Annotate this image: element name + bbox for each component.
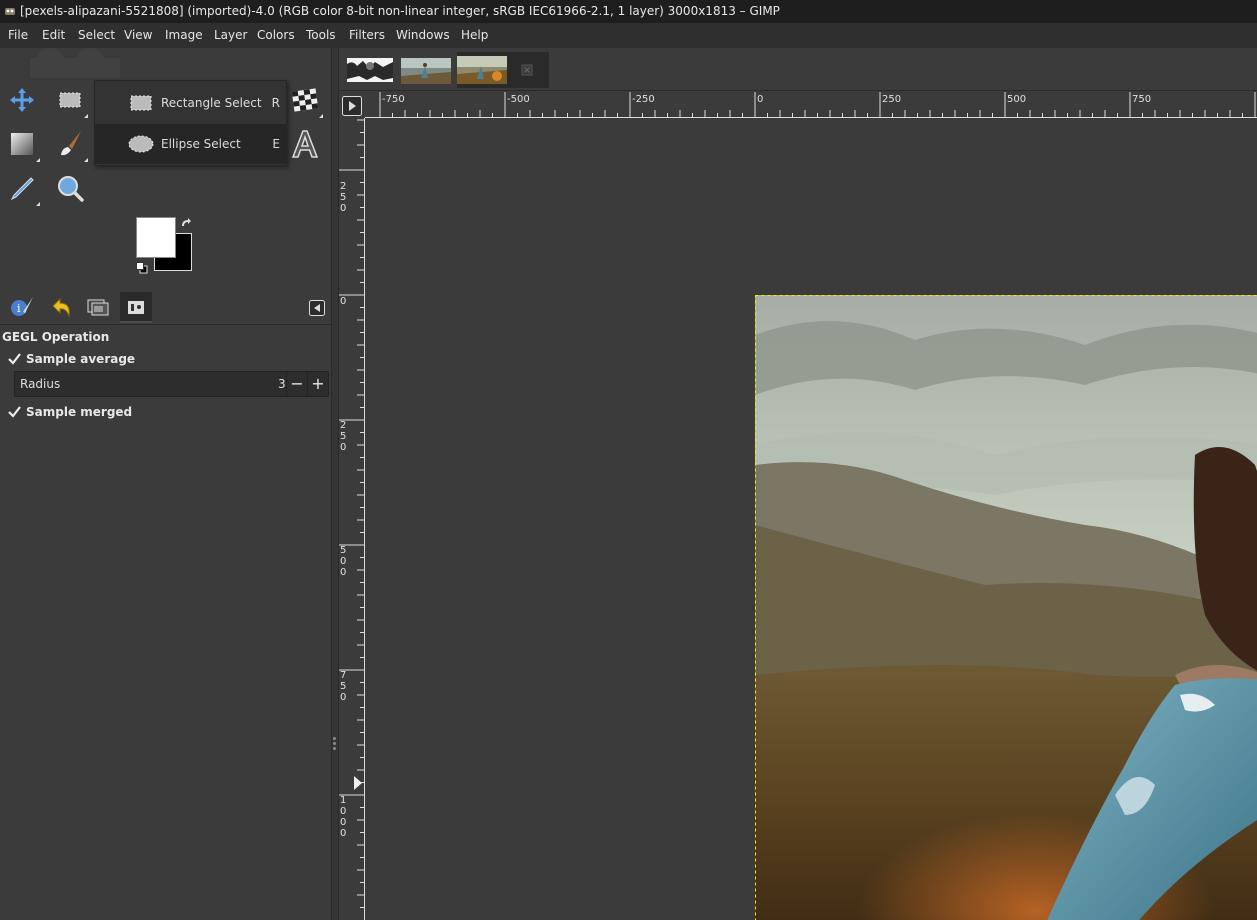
group-indicator (84, 158, 88, 162)
menubar: File Edit Select View Image Layer Colors… (0, 23, 1257, 48)
radius-decrement-button[interactable]: − (286, 372, 307, 396)
window-titlebar: [pexels-alipazani-5521808] (imported)-4.… (0, 0, 1257, 23)
undo-history-tab[interactable] (44, 292, 76, 323)
image-thumbnail (401, 58, 451, 84)
image-thumbnail (347, 58, 393, 82)
sample-average-checkbox[interactable] (8, 352, 21, 365)
configure-tab-icon[interactable] (309, 300, 325, 316)
flyout-item-shortcut: R (271, 96, 280, 110)
ruler-label: -500 (507, 94, 530, 105)
menu-select[interactable]: Select (78, 28, 115, 42)
radius-increment-button[interactable]: + (307, 372, 328, 396)
tool-options-tab[interactable]: i (6, 292, 38, 323)
ruler-label: 250 (882, 94, 902, 105)
flyout-item-ellipse-select[interactable]: Ellipse Select E (95, 124, 286, 164)
text-icon (291, 130, 319, 158)
window-title: [pexels-alipazani-5521808] (imported)-4.… (20, 4, 780, 18)
warp-transform-tool[interactable] (285, 80, 325, 120)
flyout-item-shortcut: E (272, 137, 280, 151)
ruler-label: 0 (340, 296, 347, 307)
panel-divider[interactable] (331, 48, 339, 920)
horizontal-ruler[interactable]: -750 -500 -250 0 250 500 750 (365, 92, 1257, 118)
vertical-ruler[interactable]: 250 0 250 500 750 1000 (339, 118, 365, 920)
color-picker-tool[interactable] (2, 168, 42, 208)
select-tools-flyout: Rectangle Select R Ellipse Select E (94, 80, 287, 166)
text-tool[interactable] (285, 124, 325, 164)
group-indicator (36, 202, 40, 206)
paintbrush-tool[interactable] (50, 124, 90, 164)
images-tab[interactable] (82, 292, 114, 323)
ruler-label: 0 (757, 94, 764, 105)
undo-icon (52, 297, 70, 318)
image-tab-2[interactable] (401, 52, 451, 88)
ruler-label: 750 (340, 670, 347, 703)
ruler-label: 1000 (340, 795, 347, 839)
image-photo[interactable] (755, 295, 1257, 920)
move-icon (10, 88, 34, 112)
divider-grip[interactable] (333, 737, 336, 751)
radius-spinscale[interactable]: Radius 3 − + (14, 371, 329, 397)
rectangle-select-icon (130, 95, 152, 111)
image-tab-bar (339, 48, 1257, 91)
svg-text:i: i (17, 302, 21, 315)
navigate-menu-icon (342, 96, 362, 116)
zoom-tool[interactable] (50, 168, 90, 208)
radius-value[interactable]: 3 (278, 377, 286, 391)
radius-label: Radius (20, 377, 61, 391)
ruler-label: -250 (632, 94, 655, 105)
menu-view[interactable]: View (124, 28, 152, 42)
sample-merged-label[interactable]: Sample merged (26, 405, 132, 419)
wilber-watermark (30, 48, 120, 78)
move-tool[interactable] (2, 80, 42, 120)
tool-options-title: GEGL Operation (2, 330, 110, 344)
group-indicator (84, 114, 88, 118)
menu-windows[interactable]: Windows (396, 28, 450, 42)
swap-colors-icon[interactable] (180, 217, 192, 229)
flyout-item-label: Rectangle Select (161, 96, 262, 110)
image-tab-1[interactable] (345, 52, 395, 88)
close-icon[interactable] (521, 64, 533, 76)
rectangle-select-tool[interactable] (50, 80, 90, 120)
ruler-label: 500 (340, 545, 347, 578)
ruler-label: 500 (1007, 94, 1027, 105)
ellipse-select-icon (128, 135, 154, 153)
fg-bg-color-selector (136, 217, 196, 277)
image-canvas[interactable] (365, 118, 1257, 920)
menu-edit[interactable]: Edit (42, 28, 65, 42)
ruler-label: 250 (340, 181, 347, 214)
menu-image[interactable]: Image (165, 28, 203, 42)
sample-average-label[interactable]: Sample average (26, 352, 135, 366)
dock-tabs: i (0, 290, 331, 325)
device-icon (128, 301, 144, 314)
menu-filters[interactable]: Filters (349, 28, 385, 42)
info-brush-icon: i (11, 297, 33, 316)
menu-colors[interactable]: Colors (257, 28, 295, 42)
default-colors-icon[interactable] (136, 262, 148, 274)
ruler-label: -750 (382, 94, 405, 105)
flyout-item-label: Ellipse Select (161, 137, 241, 151)
device-status-tab[interactable] (120, 292, 152, 323)
group-indicator (319, 114, 323, 118)
image-tab-3[interactable] (457, 52, 549, 88)
gimp-icon (5, 8, 15, 15)
flyout-item-rectangle-select[interactable]: Rectangle Select R (95, 83, 286, 123)
ruler-label: 750 (1132, 94, 1152, 105)
quick-mask-toggle[interactable] (339, 92, 365, 118)
images-icon (87, 299, 109, 316)
magnifier-icon (58, 176, 84, 202)
menu-tools[interactable]: Tools (306, 28, 336, 42)
image-thumbnail (457, 56, 507, 84)
menu-help[interactable]: Help (461, 28, 488, 42)
foreground-color-swatch[interactable] (136, 217, 176, 258)
group-indicator (36, 158, 40, 162)
menu-file[interactable]: File (8, 28, 28, 42)
sample-merged-checkbox[interactable] (8, 405, 21, 418)
horizontal-ruler-ticks (379, 92, 1256, 118)
ruler-label: 250 (340, 420, 347, 453)
pointer-position-marker (354, 776, 362, 790)
gradient-tool[interactable] (2, 124, 42, 164)
menu-layer[interactable]: Layer (214, 28, 247, 42)
